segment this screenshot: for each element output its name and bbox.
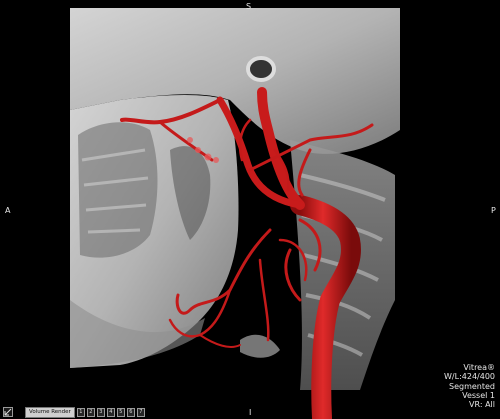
teeth-region — [78, 122, 158, 258]
toolbar-button-2[interactable]: 2 — [86, 407, 95, 417]
toolbar-button-6[interactable]: 6 — [126, 407, 135, 417]
window-level-label: W/L:424/400 — [444, 372, 495, 382]
vessel-label: Vessel 1 — [462, 390, 495, 400]
toolbar-button-7[interactable]: 7 — [136, 407, 145, 417]
viewport-toolbar: Volume Render 1 2 3 4 5 6 7 — [3, 406, 145, 418]
orientation-anterior-label: A — [5, 206, 11, 215]
vendor-label: Vitrea® — [463, 363, 495, 372]
toolbar-button-5[interactable]: 5 — [116, 407, 125, 417]
expand-corner-icon[interactable] — [3, 407, 13, 417]
volume-rendering[interactable] — [0, 0, 500, 419]
segmentation-label: Segmented — [449, 381, 495, 391]
toolbar-button-3[interactable]: 3 — [96, 407, 105, 417]
toolbar-button-1[interactable]: 1 — [76, 407, 85, 417]
orientation-inferior-label: I — [249, 408, 252, 417]
volume-render-viewport[interactable]: S A P I Vitrea® W/L:424/400 Segmented Ve… — [0, 0, 500, 419]
render-mode-select[interactable]: Volume Render — [25, 406, 75, 418]
orientation-posterior-label: P — [491, 206, 496, 215]
toolbar-button-4[interactable]: 4 — [106, 407, 115, 417]
render-info-overlay: Vitrea® W/L:424/400 Segmented Vessel 1 V… — [375, 363, 495, 409]
orientation-superior-label: S — [246, 2, 252, 11]
vr-preset-label: VR: All — [469, 400, 495, 410]
